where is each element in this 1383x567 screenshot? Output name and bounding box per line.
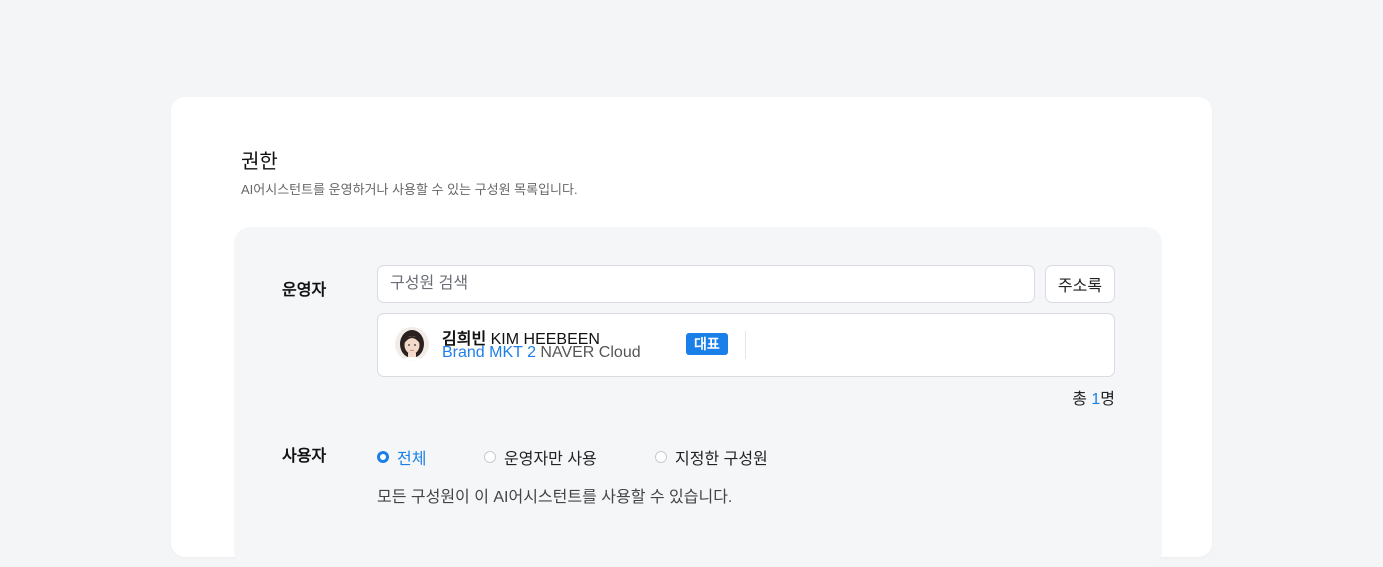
radio-operators-only[interactable]: 운영자만 사용 — [484, 445, 597, 469]
radio-specified-members[interactable]: 지정한 구성원 — [655, 445, 768, 469]
divider — [745, 331, 746, 359]
representative-badge: 대표 — [686, 333, 728, 355]
total-count: 총 1명 — [1072, 385, 1115, 409]
operator-member-card: 김희빈 KIM HEEBEEN Brand MKT 2 NAVER Cloud … — [377, 313, 1115, 377]
user-description: 모든 구성원이 이 AI어시스턴트를 사용할 수 있습니다. — [377, 489, 733, 506]
operator-label: 운영자 — [282, 282, 327, 299]
radio-specified-members-label: 지정한 구성원 — [675, 451, 768, 468]
total-prefix: 총 — [1072, 391, 1092, 408]
radio-operators-only-label: 운영자만 사용 — [504, 451, 597, 468]
user-label: 사용자 — [282, 448, 327, 465]
avatar — [395, 327, 429, 361]
member-organization: Brand MKT 2 NAVER Cloud — [442, 344, 641, 362]
permissions-panel: 운영자 주소록 김희빈 KIM HEEBEEN — [234, 227, 1162, 567]
section-title: 권한 — [241, 151, 278, 173]
radio-unchecked-icon — [484, 451, 496, 463]
radio-all[interactable]: 전체 — [377, 445, 426, 469]
total-number: 1 — [1091, 391, 1101, 408]
address-book-button[interactable]: 주소록 — [1045, 265, 1115, 303]
permissions-card: 권한 AI어시스턴트를 운영하거나 사용할 수 있는 구성원 목록입니다. 운영… — [171, 97, 1212, 567]
section-description: AI어시스턴트를 운영하거나 사용할 수 있는 구성원 목록입니다. — [241, 182, 578, 197]
radio-all-label: 전체 — [397, 451, 427, 468]
radio-checked-icon — [377, 451, 389, 463]
total-suffix: 명 — [1100, 391, 1115, 408]
member-search-input[interactable] — [377, 265, 1035, 303]
avatar-photo-icon — [395, 327, 429, 361]
member-team: Brand MKT 2 — [442, 344, 536, 361]
radio-unchecked-icon — [655, 451, 667, 463]
member-company: NAVER Cloud — [540, 344, 641, 361]
